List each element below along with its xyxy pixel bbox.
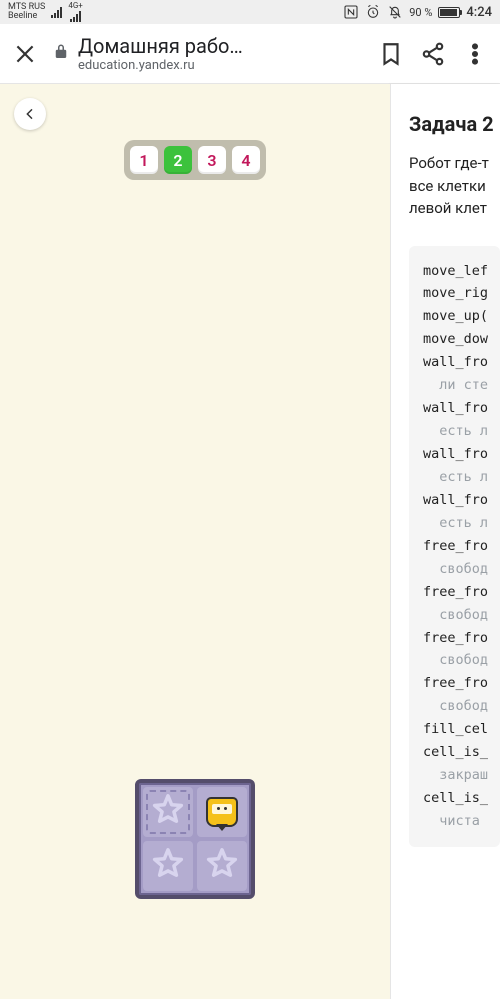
back-button[interactable] (14, 98, 46, 130)
bell-off-icon (387, 4, 403, 20)
task-description: Робот где-т все клетки левой клет (409, 152, 500, 220)
code-line: move_rig (423, 282, 500, 305)
signal-bars-icon-2 (70, 10, 81, 22)
nfc-icon (343, 4, 359, 20)
task-tab-3[interactable]: 3 (198, 146, 226, 174)
code-line: чиста (423, 810, 500, 833)
android-status-bar: MTS RUS Beeline 4G+ 90 % 4:24 (0, 0, 500, 24)
overflow-menu-button[interactable] (460, 39, 490, 69)
address-bar[interactable]: Домашняя рабо… education.yandex.ru (52, 34, 364, 73)
signal-bars-icon (51, 6, 62, 18)
close-tab-button[interactable] (10, 39, 40, 69)
carrier-labels: MTS RUS Beeline (8, 3, 45, 21)
code-line: free_fro (423, 535, 500, 558)
task-tab-1[interactable]: 1 (130, 146, 158, 174)
code-line: закраш (423, 764, 500, 787)
code-line: free_fro (423, 581, 500, 604)
task-tab-2[interactable]: 2 (164, 146, 192, 174)
code-line: free_fro (423, 627, 500, 650)
task-tabs: 1 2 3 4 (124, 140, 266, 180)
robot-icon (201, 791, 243, 833)
code-line: free_fro (423, 672, 500, 695)
lock-icon (52, 43, 70, 65)
code-line: wall_fro (423, 443, 500, 466)
task-panel: Задача 2 Робот где-т все клетки левой кл… (390, 84, 500, 999)
battery-icon (438, 7, 460, 18)
bookmark-button[interactable] (376, 39, 406, 69)
code-line: ли сте (423, 374, 500, 397)
alarm-icon (365, 4, 381, 20)
code-line: wall_fro (423, 397, 500, 420)
code-line: есть л (423, 466, 500, 489)
code-line: свобод (423, 649, 500, 672)
board-cell-0-1 (197, 787, 247, 837)
code-reference: move_lefmove_rigmove_up(move_dowwall_fro… (409, 246, 500, 847)
code-line: move_dow (423, 328, 500, 351)
star-icon (151, 793, 185, 831)
code-line: свобод (423, 604, 500, 627)
star-icon (205, 847, 239, 885)
browser-toolbar: Домашняя рабо… education.yandex.ru (0, 24, 500, 84)
task-tab-4[interactable]: 4 (232, 146, 260, 174)
code-line: wall_fro (423, 489, 500, 512)
code-line: move_lef (423, 260, 500, 283)
star-icon (151, 847, 185, 885)
code-line: fill_cel (423, 718, 500, 741)
playfield-pane: 1 2 3 4 (0, 84, 390, 999)
share-button[interactable] (418, 39, 448, 69)
code-line: move_up( (423, 305, 500, 328)
page-host: education.yandex.ru (78, 58, 243, 73)
code-line: свобод (423, 558, 500, 581)
code-line: есть л (423, 420, 500, 443)
board-cell-1-1 (197, 841, 247, 891)
page-title: Домашняя рабо… (78, 34, 243, 58)
status-clock: 4:24 (466, 5, 492, 20)
board-cell-1-0 (143, 841, 193, 891)
code-line: wall_fro (423, 351, 500, 374)
code-line: свобод (423, 695, 500, 718)
code-line: cell_is_ (423, 787, 500, 810)
code-line: cell_is_ (423, 741, 500, 764)
carrier-2: Beeline (8, 12, 45, 21)
robot-board (135, 779, 255, 899)
board-cell-0-0 (143, 787, 193, 837)
network-label: 4G+ (68, 2, 82, 10)
code-line: есть л (423, 512, 500, 535)
battery-percent: 90 % (409, 6, 432, 19)
task-title: Задача 2 (409, 112, 500, 136)
